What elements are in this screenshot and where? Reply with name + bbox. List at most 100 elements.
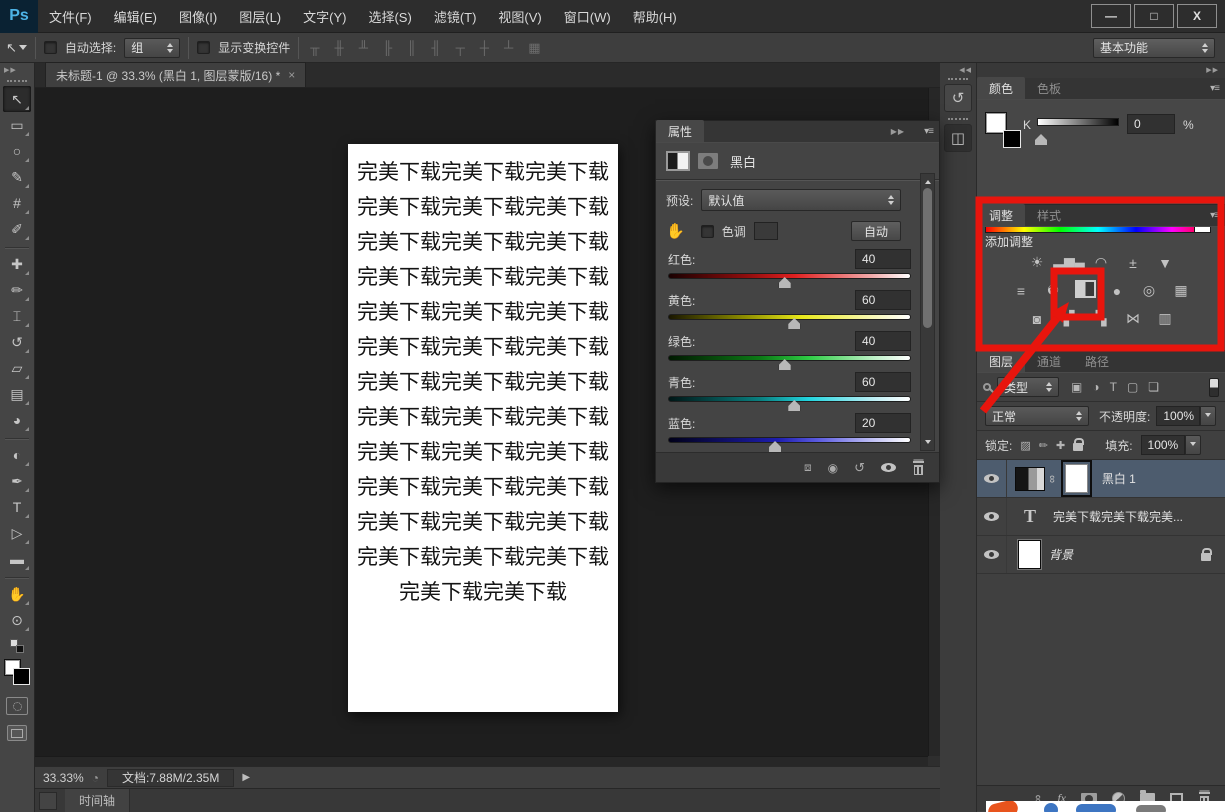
workspace-switcher[interactable]: 基本功能 xyxy=(1093,38,1215,58)
shape-tool[interactable]: ▬ xyxy=(3,546,31,572)
panel-menu-icon[interactable]: ▾≡ xyxy=(1210,83,1219,94)
clone-stamp-tool[interactable]: ⌶ xyxy=(3,303,31,329)
path-selection-tool[interactable]: ▷ xyxy=(3,520,31,546)
timeline-tab[interactable]: 时间轴 xyxy=(65,789,130,812)
slider-thumb[interactable] xyxy=(788,318,800,329)
distribute-top-icon[interactable]: ┬ xyxy=(453,40,468,55)
lock-all-icon[interactable] xyxy=(1073,443,1083,451)
gradient-tool[interactable]: ▤ xyxy=(3,381,31,407)
toggle-visibility-icon[interactable] xyxy=(881,463,896,472)
filter-smart-objects-icon[interactable]: ❏ xyxy=(1148,380,1159,394)
background-swatch[interactable] xyxy=(1003,130,1021,148)
brightness-contrast-icon[interactable]: ☀ xyxy=(1025,252,1050,273)
document-canvas[interactable]: 完美下载完美下载完美下载完美下载完美下载完美下载完美下载完美下载完美下载完美下载… xyxy=(348,144,618,712)
filter-pixel-layers-icon[interactable]: ▣ xyxy=(1071,380,1082,394)
filter-type-layers-icon[interactable]: T xyxy=(1110,380,1117,394)
k-slider-thumb[interactable] xyxy=(1035,134,1047,145)
collapse-tools-icon[interactable]: ▶▶ xyxy=(0,63,34,78)
slider-value-field[interactable]: 60 xyxy=(855,372,911,392)
brush-tool[interactable]: ✏ xyxy=(3,277,31,303)
slider-track[interactable] xyxy=(668,314,911,320)
k-slider[interactable] xyxy=(1037,118,1119,137)
align-bottom-icon[interactable]: ╨ xyxy=(356,40,371,55)
history-panel-icon[interactable]: ↺ xyxy=(944,84,972,112)
slider-track[interactable] xyxy=(668,355,911,361)
auto-select-checkbox[interactable] xyxy=(44,41,57,54)
align-left-icon[interactable]: ╟ xyxy=(380,40,395,55)
tab-swatches[interactable]: 色板 xyxy=(1025,77,1073,99)
eyedropper-tool[interactable]: ✐ xyxy=(3,216,31,242)
slider-value-field[interactable]: 40 xyxy=(855,249,911,269)
channel-mixer-icon[interactable]: ◎ xyxy=(1137,280,1162,301)
targeted-adjustment-icon[interactable]: ✋ xyxy=(666,222,685,240)
dodge-tool[interactable]: ◐ xyxy=(3,442,31,468)
adjustment-layer-thumbnail[interactable] xyxy=(1015,467,1045,491)
blend-mode-dropdown[interactable]: 正常 xyxy=(985,406,1089,426)
preset-dropdown[interactable]: 默认值 xyxy=(701,189,901,211)
align-top-icon[interactable]: ╥ xyxy=(307,40,322,55)
distribute-vertical-center-icon[interactable]: ┼ xyxy=(477,40,492,55)
slider-value-field[interactable]: 20 xyxy=(855,413,911,433)
quick-selection-tool[interactable]: ✎ xyxy=(3,164,31,190)
color-lookup-icon[interactable]: ▦ xyxy=(1169,280,1194,301)
menu-item[interactable]: 图像(I) xyxy=(168,0,228,33)
distribute-bottom-icon[interactable]: ┴ xyxy=(501,40,516,55)
tab-color[interactable]: 颜色 xyxy=(977,77,1025,99)
tab-properties[interactable]: 属性 xyxy=(656,120,704,142)
mask-badge-icon[interactable] xyxy=(698,153,718,169)
layer-row-text[interactable]: T 完美下载完美下载完美... xyxy=(977,498,1225,536)
tool-preset-picker[interactable]: ↖ xyxy=(6,40,27,56)
menu-item[interactable]: 视图(V) xyxy=(487,0,552,33)
panel-menu-icon[interactable]: ▾≡ xyxy=(1210,210,1219,221)
fill-dropdown-icon[interactable] xyxy=(1185,435,1201,455)
photo-filter-icon[interactable]: ● xyxy=(1105,280,1130,301)
scrollbar-thumb[interactable] xyxy=(923,188,932,328)
align-vertical-center-icon[interactable]: ╫ xyxy=(331,40,346,55)
layer-name[interactable]: 完美下载完美下载完美... xyxy=(1053,508,1183,525)
slider-value-field[interactable]: 40 xyxy=(855,331,911,351)
background-color-swatch[interactable] xyxy=(13,668,30,685)
document-tab[interactable]: 未标题-1 @ 33.3% (黑白 1, 图层蒙版/16) * × xyxy=(45,62,306,87)
properties-scrollbar[interactable] xyxy=(920,173,935,451)
exposure-icon[interactable]: ± xyxy=(1121,252,1146,273)
tab-layers[interactable]: 图层 xyxy=(977,350,1025,372)
move-tool[interactable]: ↖ xyxy=(3,86,31,112)
mask-link-icon[interactable]: ∞ xyxy=(1046,475,1058,483)
layer-row-background[interactable]: 背景 xyxy=(977,536,1225,574)
eraser-tool[interactable]: ▱ xyxy=(3,355,31,381)
menu-item[interactable]: 选择(S) xyxy=(357,0,422,33)
clip-to-layer-icon[interactable]: ⧈ xyxy=(804,460,812,475)
gradient-map-icon[interactable]: ⋈ xyxy=(1121,308,1146,329)
delete-adjustment-icon[interactable] xyxy=(912,461,925,475)
tab-paths[interactable]: 路径 xyxy=(1073,350,1121,372)
auto-button[interactable]: 自动 xyxy=(851,221,901,241)
visibility-toggle[interactable] xyxy=(977,536,1007,573)
history-brush-tool[interactable]: ↺ xyxy=(3,329,31,355)
auto-align-layers-icon[interactable]: ▦ xyxy=(525,40,543,56)
vibrance-icon[interactable]: ▼ xyxy=(1153,252,1178,273)
panel-menu-icon[interactable]: ▾≡ xyxy=(924,126,933,137)
lock-image-icon[interactable]: ✏ xyxy=(1039,439,1048,452)
slider-thumb[interactable] xyxy=(788,400,800,411)
tint-checkbox[interactable] xyxy=(701,225,714,238)
marquee-tool[interactable]: ▭ xyxy=(3,112,31,138)
fill-value[interactable]: 100% xyxy=(1141,435,1185,455)
collapse-panel-icon[interactable]: ▶▶ xyxy=(891,127,905,136)
collapse-dock-icon[interactable]: ◀◀ xyxy=(940,63,976,76)
opacity-value[interactable]: 100% xyxy=(1156,406,1200,426)
tab-styles[interactable]: 样式 xyxy=(1025,204,1073,226)
threshold-icon[interactable]: ▚ xyxy=(1089,308,1114,329)
slider-track[interactable] xyxy=(668,396,911,402)
menu-item[interactable]: 滤镜(T) xyxy=(423,0,488,33)
slider-thumb[interactable] xyxy=(779,277,791,288)
color-panel-swatches[interactable] xyxy=(985,112,1021,148)
menu-item[interactable]: 帮助(H) xyxy=(622,0,688,33)
timeline-grip[interactable] xyxy=(39,792,57,810)
filter-shape-layers-icon[interactable]: ▢ xyxy=(1127,380,1138,394)
lock-transparency-icon[interactable]: ▨ xyxy=(1020,439,1030,452)
visibility-toggle[interactable] xyxy=(977,498,1007,535)
canvas-horizontal-scrollbar[interactable] xyxy=(35,756,928,766)
crop-tool[interactable]: # xyxy=(3,190,31,216)
curves-icon[interactable]: ◠ xyxy=(1089,252,1114,273)
menu-item[interactable]: 窗口(W) xyxy=(553,0,622,33)
